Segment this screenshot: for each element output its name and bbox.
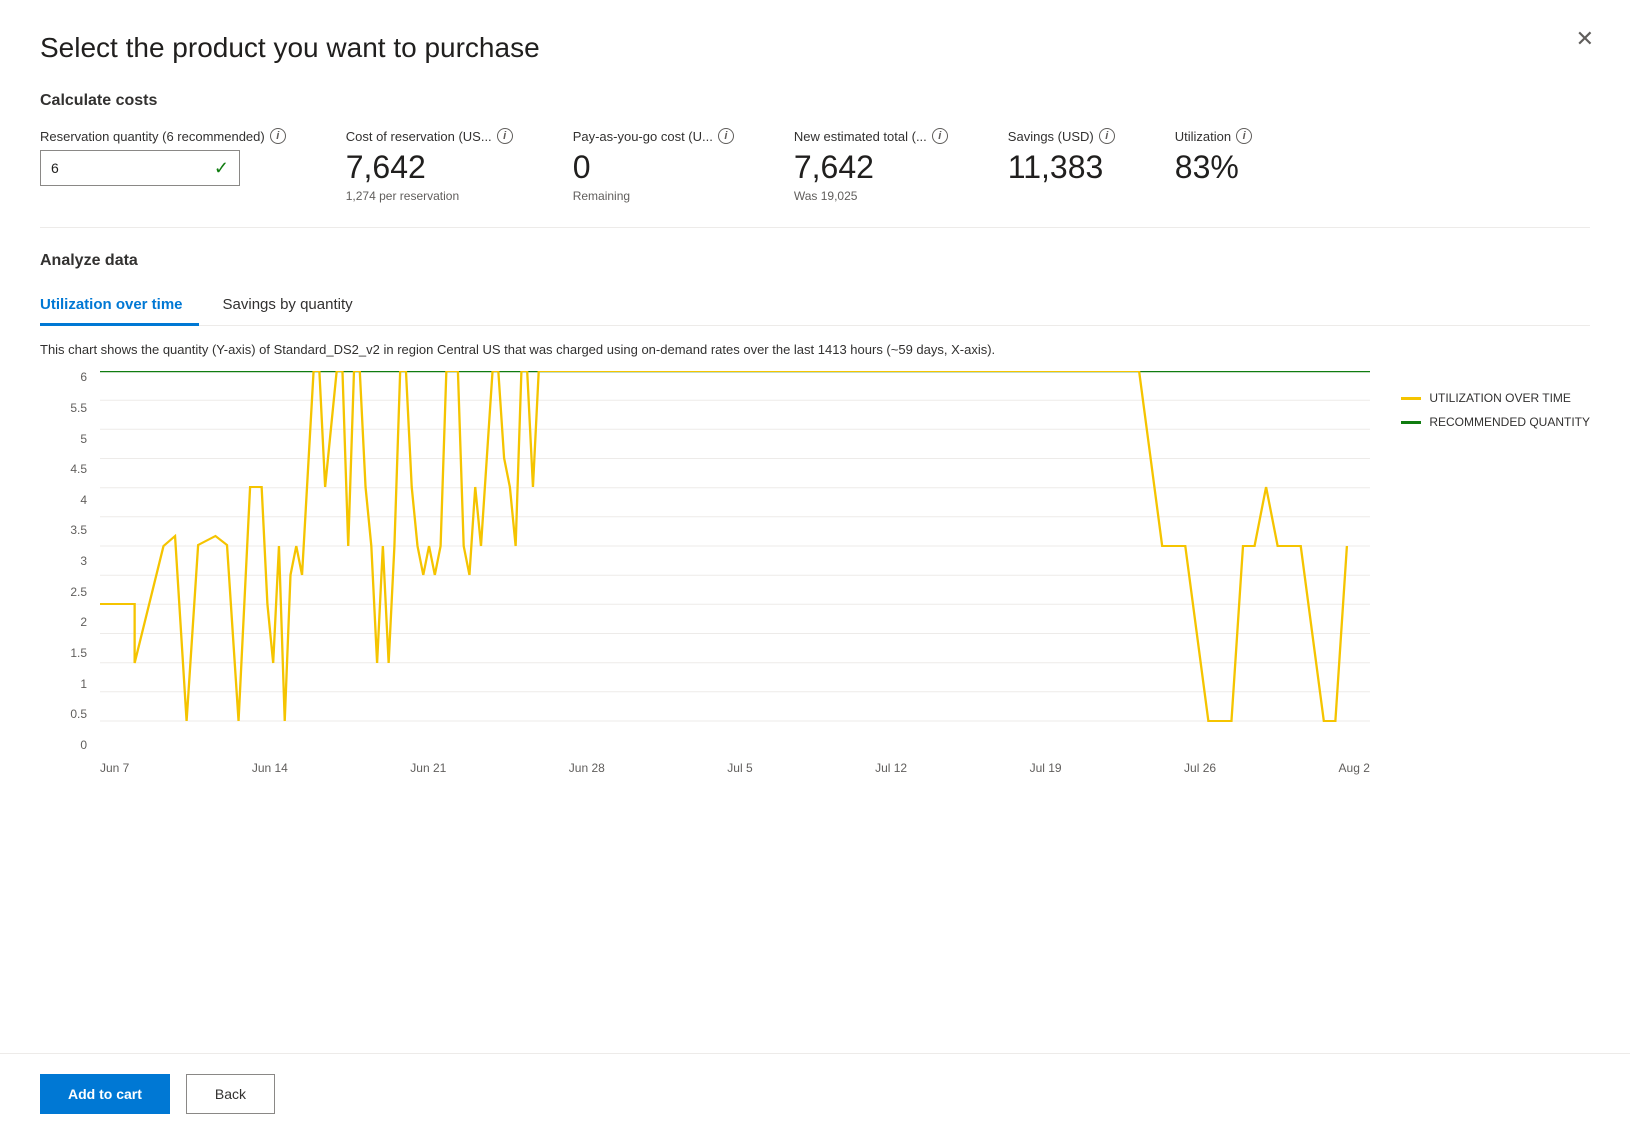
chart-container: 6 5.5 5 4.5 4 3.5 3 2.5 2 1.5 1 0.5 0 (40, 371, 1590, 791)
x-label-jul12: Jul 12 (875, 761, 907, 775)
back-button[interactable]: Back (186, 1074, 275, 1114)
new-estimated-total-info-icon[interactable]: i (932, 128, 948, 144)
y-label-0: 0 (80, 739, 87, 751)
quantity-input[interactable] (51, 160, 214, 176)
payasyougo-info-icon[interactable]: i (718, 128, 734, 144)
chart-legend: UTILIZATION OVER TIME RECOMMENDED QUANTI… (1401, 391, 1590, 429)
y-label-5-5: 5.5 (70, 402, 87, 414)
y-label-3: 3 (80, 555, 87, 567)
utilization-field: Utilization i 83% (1175, 128, 1252, 185)
y-label-2-5: 2.5 (70, 586, 87, 598)
payasyougo-value: 0 (573, 150, 734, 185)
cost-of-reservation-info-icon[interactable]: i (497, 128, 513, 144)
tabs: Utilization over time Savings by quantit… (40, 288, 1590, 326)
legend-recommended-label: RECOMMENDED QUANTITY (1429, 415, 1590, 429)
savings-value: 11,383 (1008, 150, 1115, 185)
cost-of-reservation-label: Cost of reservation (US... (346, 129, 492, 144)
x-label-aug2: Aug 2 (1339, 761, 1370, 775)
chart-area (100, 371, 1370, 751)
y-label-6: 6 (80, 371, 87, 383)
y-label-1-5: 1.5 (70, 647, 87, 659)
chart-svg (100, 371, 1370, 751)
reservation-quantity-info-icon[interactable]: i (270, 128, 286, 144)
check-icon: ✓ (214, 158, 229, 179)
y-label-4-5: 4.5 (70, 463, 87, 475)
savings-label: Savings (USD) (1008, 129, 1094, 144)
add-to-cart-button[interactable]: Add to cart (40, 1074, 170, 1114)
close-button[interactable]: ✕ (1576, 28, 1594, 50)
x-label-jul19: Jul 19 (1030, 761, 1062, 775)
legend-utilization: UTILIZATION OVER TIME (1401, 391, 1590, 405)
analyze-data-title: Analyze data (40, 252, 1590, 270)
x-label-jun7: Jun 7 (100, 761, 129, 775)
cost-of-reservation-value: 7,642 (346, 150, 513, 185)
x-label-jul26: Jul 26 (1184, 761, 1216, 775)
y-label-3-5: 3.5 (70, 524, 87, 536)
cost-of-reservation-subtext: 1,274 per reservation (346, 189, 513, 203)
x-label-jun28: Jun 28 (569, 761, 605, 775)
calculate-costs-title: Calculate costs (40, 92, 1590, 110)
dialog-title: Select the product you want to purchase (40, 32, 1590, 64)
payasyougo-field: Pay-as-you-go cost (U... i 0 Remaining (573, 128, 734, 203)
x-label-jun14: Jun 14 (252, 761, 288, 775)
payasyougo-label: Pay-as-you-go cost (U... (573, 129, 713, 144)
savings-field: Savings (USD) i 11,383 (1008, 128, 1115, 185)
quantity-input-wrap[interactable]: ✓ (40, 150, 240, 186)
y-label-1: 1 (80, 678, 87, 690)
legend-utilization-label: UTILIZATION OVER TIME (1429, 391, 1571, 405)
utilization-info-icon[interactable]: i (1236, 128, 1252, 144)
y-label-4: 4 (80, 494, 87, 506)
x-axis: Jun 7 Jun 14 Jun 21 Jun 28 Jul 5 Jul 12 … (100, 755, 1370, 791)
legend-recommended: RECOMMENDED QUANTITY (1401, 415, 1590, 429)
footer: Add to cart Back (0, 1053, 1630, 1134)
new-estimated-total-field: New estimated total (... i 7,642 Was 19,… (794, 128, 948, 203)
utilization-label: Utilization (1175, 129, 1231, 144)
cost-of-reservation-field: Cost of reservation (US... i 7,642 1,274… (346, 128, 513, 203)
tab-utilization-over-time[interactable]: Utilization over time (40, 288, 199, 326)
legend-recommended-color (1401, 421, 1421, 424)
y-label-0-5: 0.5 (70, 708, 87, 720)
tab-savings-by-quantity[interactable]: Savings by quantity (223, 288, 369, 326)
utilization-value: 83% (1175, 150, 1252, 185)
x-label-jul5: Jul 5 (727, 761, 752, 775)
y-label-5: 5 (80, 433, 87, 445)
payasyougo-subtext: Remaining (573, 189, 734, 203)
new-estimated-total-subtext: Was 19,025 (794, 189, 948, 203)
x-label-jun21: Jun 21 (410, 761, 446, 775)
chart-description: This chart shows the quantity (Y-axis) o… (40, 342, 1590, 357)
reservation-quantity-label: Reservation quantity (6 recommended) (40, 129, 265, 144)
new-estimated-total-label: New estimated total (... (794, 129, 927, 144)
y-axis: 6 5.5 5 4.5 4 3.5 3 2.5 2 1.5 1 0.5 0 (40, 371, 95, 751)
legend-utilization-color (1401, 397, 1421, 400)
y-label-2: 2 (80, 616, 87, 628)
divider-1 (40, 227, 1590, 228)
savings-info-icon[interactable]: i (1099, 128, 1115, 144)
new-estimated-total-value: 7,642 (794, 150, 948, 185)
reservation-quantity-field: Reservation quantity (6 recommended) i ✓ (40, 128, 286, 186)
